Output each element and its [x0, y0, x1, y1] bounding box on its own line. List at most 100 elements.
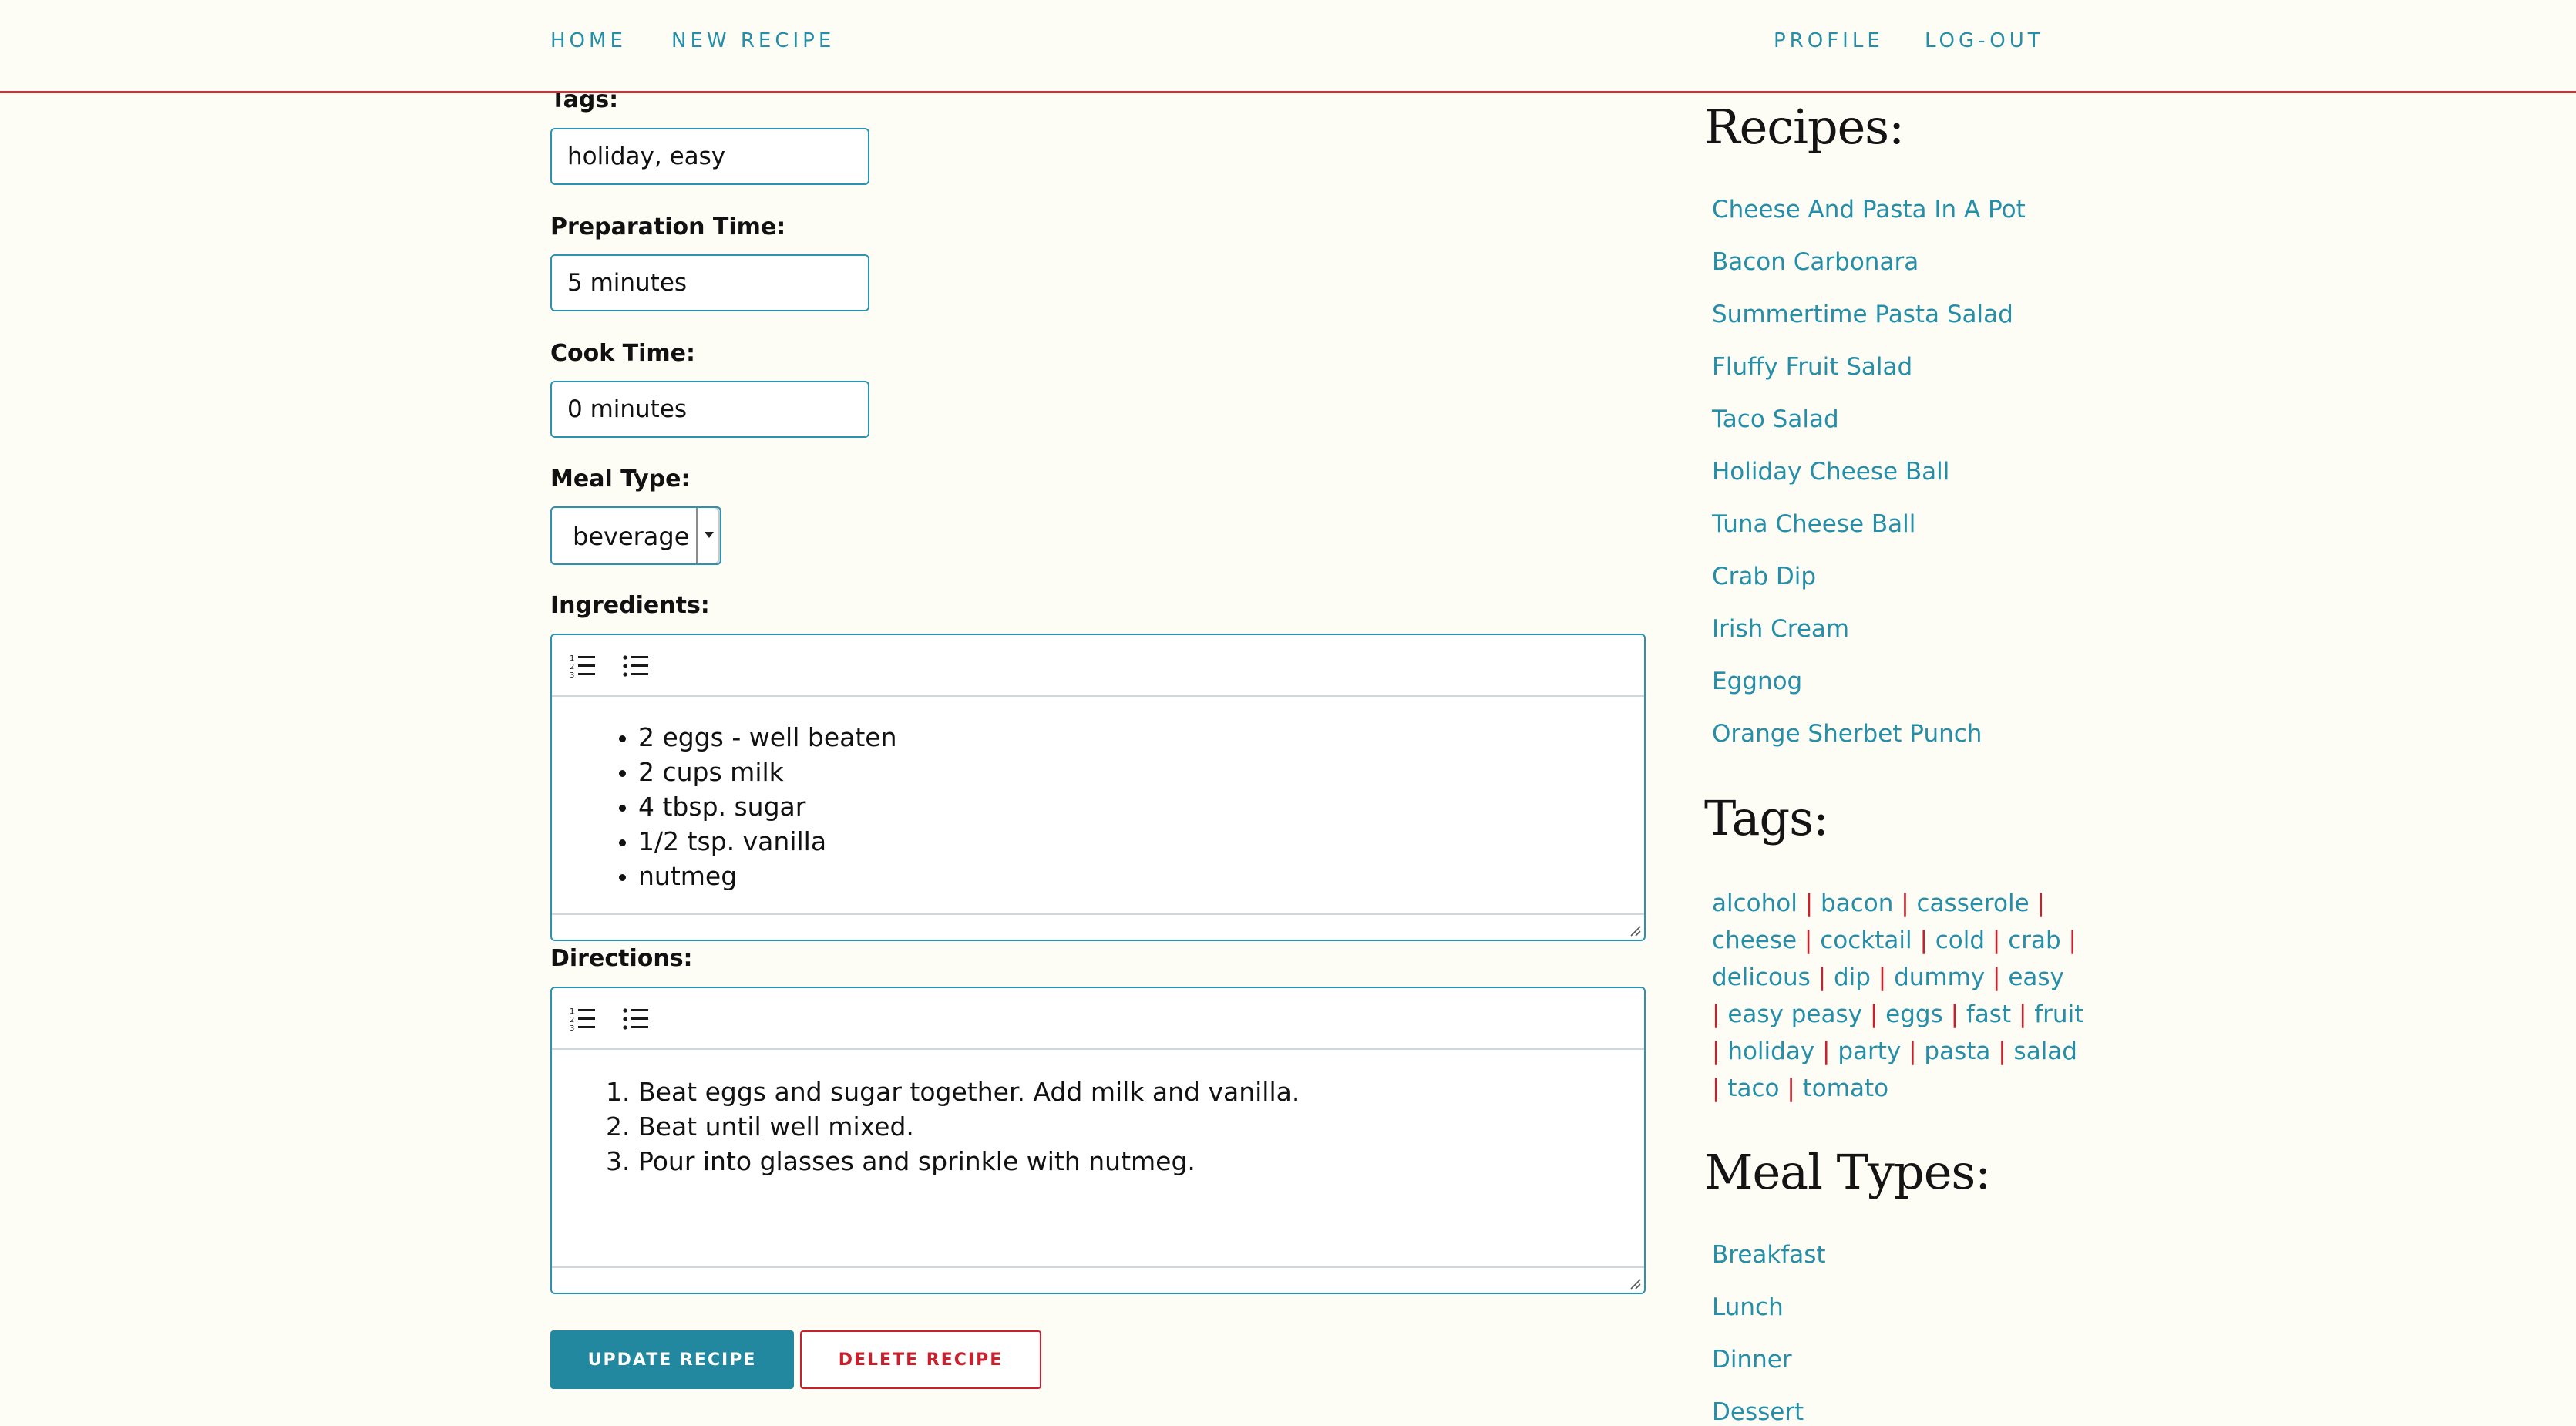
tag-separator: |	[1893, 890, 1917, 917]
ingredients-label: Ingredients:	[550, 592, 710, 619]
bullet-list-icon[interactable]	[622, 652, 650, 680]
tags-heading: Tags:	[1704, 790, 1829, 846]
recipe-link[interactable]: Bacon Carbonara	[1712, 248, 1919, 276]
recipe-link[interactable]: Tuna Cheese Ball	[1712, 510, 1915, 538]
meal-type-link[interactable]: Dessert	[1712, 1398, 1804, 1426]
tag-link[interactable]: salad	[2014, 1038, 2077, 1065]
prep-time-label: Preparation Time:	[550, 214, 786, 240]
directions-editor[interactable]: 123 Beat eggs and sugar together. Add mi…	[550, 987, 1646, 1294]
nav-home[interactable]: HOME	[550, 29, 627, 52]
tag-link[interactable]: dip	[1834, 964, 1871, 991]
recipe-link[interactable]: Holiday Cheese Ball	[1712, 458, 1949, 486]
list-item: Beat eggs and sugar together. Add milk a…	[638, 1075, 1300, 1109]
tag-link[interactable]: easy peasy	[1727, 1001, 1862, 1028]
tag-link[interactable]: cheese	[1712, 927, 1797, 954]
tag-link[interactable]: fruit	[2034, 1001, 2083, 1028]
recipe-link[interactable]: Irish Cream	[1712, 615, 1849, 643]
list-item: 4 tbsp. sugar	[638, 789, 897, 824]
meal-type-select[interactable]: beverage	[550, 506, 721, 565]
list-item: nutmeg	[638, 859, 897, 893]
delete-recipe-button[interactable]: DELETE RECIPE	[800, 1330, 1041, 1389]
svg-text:1: 1	[570, 654, 574, 663]
tag-link[interactable]: crab	[2008, 927, 2060, 954]
tag-separator: |	[2029, 890, 2045, 917]
tag-separator: |	[1814, 1038, 1838, 1065]
tag-link[interactable]: pasta	[1924, 1038, 1990, 1065]
recipe-link[interactable]: Crab Dip	[1712, 563, 1816, 590]
tag-link[interactable]: party	[1838, 1038, 1901, 1065]
tag-link[interactable]: fast	[1966, 1001, 2011, 1028]
directions-label: Directions:	[550, 945, 693, 972]
svg-text:1: 1	[570, 1007, 574, 1016]
tag-link[interactable]: eggs	[1885, 1001, 1943, 1028]
chevron-down-icon[interactable]	[696, 508, 720, 563]
recipe-link[interactable]: Orange Sherbet Punch	[1712, 720, 1982, 748]
tag-separator: |	[1779, 1075, 1803, 1102]
tag-line: | holiday | party | pasta | salad	[1712, 1038, 2077, 1065]
tag-separator: |	[1810, 964, 1834, 991]
tag-link[interactable]: cold	[1935, 927, 1985, 954]
nav-logout[interactable]: LOG-OUT	[1925, 29, 2044, 52]
svg-text:3: 3	[570, 1024, 574, 1033]
cook-time-label: Cook Time:	[550, 340, 695, 367]
tag-link[interactable]: delicous	[1712, 964, 1811, 991]
bullet-list-icon[interactable]	[622, 1005, 650, 1033]
list-item: 1/2 tsp. vanilla	[638, 824, 897, 859]
tag-line: cheese | cocktail | cold | crab |	[1712, 927, 2077, 954]
recipe-link[interactable]: Fluffy Fruit Salad	[1712, 353, 1912, 381]
tag-link[interactable]: dummy	[1894, 964, 1985, 991]
tag-separator: |	[1901, 1038, 1925, 1065]
recipe-link[interactable]: Eggnog	[1712, 668, 1802, 695]
tag-separator: |	[1870, 964, 1895, 991]
tag-separator: |	[1912, 927, 1935, 954]
tag-link[interactable]: casserole	[1917, 890, 2030, 917]
tag-separator: |	[1797, 890, 1821, 917]
meal-type-link[interactable]: Dinner	[1712, 1346, 1792, 1374]
cook-time-input[interactable]	[550, 381, 869, 438]
tag-link[interactable]: easy	[2008, 964, 2064, 991]
ingredients-editor[interactable]: 123 2 eggs - well beaten 2 cups milk 4 t…	[550, 634, 1646, 941]
tag-link[interactable]: taco	[1727, 1075, 1779, 1102]
resize-handle-icon[interactable]	[1629, 924, 1641, 937]
recipe-link[interactable]: Taco Salad	[1712, 405, 1839, 433]
nav-profile[interactable]: PROFILE	[1774, 29, 1884, 52]
editor-toolbar: 123	[552, 988, 1644, 1050]
ordered-list-icon[interactable]: 123	[569, 652, 597, 680]
svg-text:2: 2	[570, 663, 574, 671]
recipes-heading: Recipes:	[1704, 99, 1905, 155]
tag-link[interactable]: tomato	[1803, 1075, 1888, 1102]
tag-separator: |	[1990, 1038, 2014, 1065]
update-recipe-button[interactable]: UPDATE RECIPE	[550, 1330, 794, 1389]
prep-time-input[interactable]	[550, 254, 869, 311]
tag-link[interactable]: cocktail	[1820, 927, 1912, 954]
tag-separator: |	[2060, 927, 2077, 954]
meal-type-label: Meal Type:	[550, 466, 691, 493]
ordered-list-icon[interactable]: 123	[569, 1005, 597, 1033]
tag-link[interactable]: bacon	[1821, 890, 1893, 917]
meal-types-heading: Meal Types:	[1704, 1144, 1991, 1200]
tag-separator: |	[1985, 927, 2009, 954]
svg-text:3: 3	[570, 671, 574, 680]
tag-separator: |	[1942, 1001, 1966, 1028]
tag-line: alcohol | bacon | casserole |	[1712, 890, 2045, 917]
svg-text:2: 2	[570, 1016, 574, 1024]
tag-separator: |	[1712, 1038, 1728, 1065]
tag-line: delicous | dip | dummy | easy	[1712, 964, 2064, 991]
tag-separator: |	[1797, 927, 1821, 954]
nav-new-recipe[interactable]: NEW RECIPE	[671, 29, 835, 52]
recipe-link[interactable]: Summertime Pasta Salad	[1712, 301, 2013, 328]
tag-line: | easy peasy | eggs | fast | fruit	[1712, 1001, 2083, 1028]
list-item: Pour into glasses and sprinkle with nutm…	[638, 1144, 1300, 1179]
directions-list: Beat eggs and sugar together. Add milk a…	[584, 1075, 1300, 1179]
tag-separator: |	[1861, 1001, 1886, 1028]
tags-input[interactable]	[550, 128, 869, 185]
recipe-link[interactable]: Cheese And Pasta In A Pot	[1712, 196, 2026, 224]
top-nav: HOME NEW RECIPE PROFILE LOG-OUT	[0, 0, 2576, 93]
tag-link[interactable]: holiday	[1727, 1038, 1814, 1065]
tag-separator: |	[2011, 1001, 2035, 1028]
meal-type-link[interactable]: Lunch	[1712, 1293, 1784, 1321]
tag-link[interactable]: alcohol	[1712, 890, 1797, 917]
meal-type-link[interactable]: Breakfast	[1712, 1241, 1826, 1269]
resize-handle-icon[interactable]	[1629, 1277, 1641, 1290]
ingredients-list: 2 eggs - well beaten 2 cups milk 4 tbsp.…	[584, 720, 897, 893]
